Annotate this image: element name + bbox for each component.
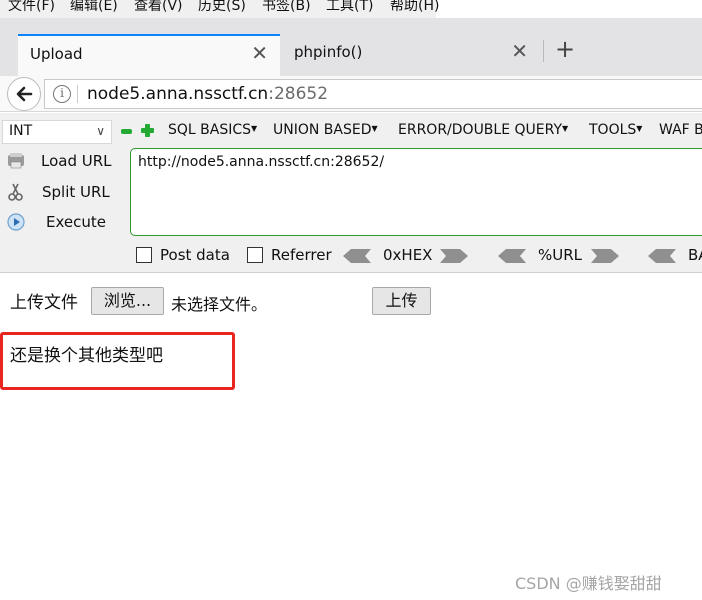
menu-label: WAF B (659, 122, 702, 138)
no-file-selected-text: 未选择文件。 (171, 295, 268, 314)
select-value: INT (9, 123, 33, 139)
referrer-checkbox[interactable] (247, 247, 263, 263)
hex-decode-arrow-icon[interactable] (343, 249, 371, 263)
caret-down-icon: ▼ (371, 124, 378, 133)
address-bar[interactable]: i node5.anna.nssctf.cn:28652 (44, 79, 702, 109)
tab-label: phpinfo() (294, 43, 363, 61)
post-data-checkbox[interactable] (136, 247, 152, 263)
watermark: CSDN @赚钱娶甜甜 (515, 574, 662, 593)
address-host: node5.anna.nssctf.cn (87, 84, 269, 104)
menu-label: SQL BASICS (168, 122, 252, 138)
injection-type-select[interactable]: INT ∨ (2, 120, 112, 144)
menu-bookmarks[interactable]: 书签(B) (262, 0, 311, 15)
load-icon (8, 153, 24, 169)
base64-label: BA (688, 246, 702, 264)
url-encode-arrow-icon[interactable] (591, 249, 619, 263)
load-url-label: Load URL (41, 152, 112, 170)
menu-history[interactable]: 历史(S) (198, 0, 246, 15)
menu-label: UNION BASED (273, 122, 372, 138)
tab-divider (543, 40, 544, 62)
upload-file-label: 上传文件 (10, 293, 78, 313)
plus-icon[interactable] (141, 124, 154, 137)
response-message: 还是换个其他类型吧 (10, 346, 163, 366)
execute-button[interactable]: Execute (4, 209, 128, 235)
caret-down-icon: ▼ (251, 124, 258, 133)
menu-error-double-query[interactable]: ERROR/DOUBLE QUERY▼ (398, 122, 568, 138)
address-port: :28652 (268, 84, 329, 104)
menu-help[interactable]: 帮助(H) (390, 0, 439, 15)
navigation-bar: i node5.anna.nssctf.cn:28652 (0, 76, 702, 112)
referrer-option[interactable]: Referrer (247, 246, 337, 266)
url-textarea-value: http://node5.anna.nssctf.cn:28652/ (138, 154, 385, 170)
split-url-label: Split URL (42, 183, 110, 201)
upload-submit-button[interactable]: 上传 (372, 287, 431, 315)
hex-label: 0xHEX (383, 246, 433, 264)
menu-waf[interactable]: WAF B (659, 122, 702, 138)
menu-label: ERROR/DOUBLE QUERY (398, 122, 563, 138)
url-encoding-label: %URL (538, 246, 583, 264)
menu-label: TOOLS (589, 122, 637, 138)
url-decode-arrow-icon[interactable] (498, 249, 526, 263)
menu-union-based[interactable]: UNION BASED▼ (273, 122, 378, 138)
tab-phpinfo[interactable]: phpinfo() ✕ (282, 34, 540, 76)
scissors-icon (8, 183, 23, 201)
tab-strip: Upload ✕ phpinfo() ✕ + (0, 18, 702, 76)
close-icon[interactable]: ✕ (251, 42, 268, 64)
tab-label: Upload (30, 45, 83, 63)
url-textarea[interactable]: http://node5.anna.nssctf.cn:28652/ (130, 148, 702, 236)
menu-file[interactable]: 文件(F) (8, 0, 55, 15)
back-button[interactable] (7, 77, 41, 111)
caret-down-icon: ▼ (562, 124, 569, 133)
browse-button[interactable]: 浏览... (91, 287, 164, 315)
referrer-label: Referrer (271, 246, 332, 264)
divider (77, 85, 78, 103)
back-arrow-icon (16, 86, 33, 102)
menu-view[interactable]: 查看(V) (134, 0, 183, 15)
minus-icon[interactable] (121, 129, 132, 134)
execute-label: Execute (46, 213, 106, 231)
caret-down-icon: ▼ (636, 124, 643, 133)
address-text[interactable]: node5.anna.nssctf.cn:28652 (87, 84, 328, 104)
split-url-button[interactable]: Split URL (4, 179, 128, 205)
menu-edit[interactable]: 编辑(E) (70, 0, 118, 15)
menu-bar: 文件(F) 编辑(E) 查看(V) 历史(S) 书签(B) 工具(T) 帮助(H… (0, 0, 439, 18)
menu-tools[interactable]: 工具(T) (326, 0, 373, 15)
close-icon[interactable]: ✕ (511, 40, 528, 62)
hackbar-panel: INT ∨ SQL BASICS▼ UNION BASED▼ ERROR/DOU… (0, 113, 702, 273)
load-url-button[interactable]: Load URL (4, 148, 128, 174)
hex-encode-arrow-icon[interactable] (440, 249, 468, 263)
chevron-down-icon: ∨ (96, 124, 105, 138)
base64-decode-arrow-icon[interactable] (648, 249, 676, 263)
tab-upload[interactable]: Upload ✕ (18, 34, 280, 76)
post-data-option[interactable]: Post data (136, 246, 236, 266)
play-icon (7, 213, 25, 231)
new-tab-button[interactable]: + (555, 36, 575, 62)
post-data-label: Post data (160, 246, 230, 264)
menu-tools[interactable]: TOOLS▼ (589, 122, 642, 138)
info-icon[interactable]: i (53, 85, 71, 103)
menu-sql-basics[interactable]: SQL BASICS▼ (168, 122, 257, 138)
